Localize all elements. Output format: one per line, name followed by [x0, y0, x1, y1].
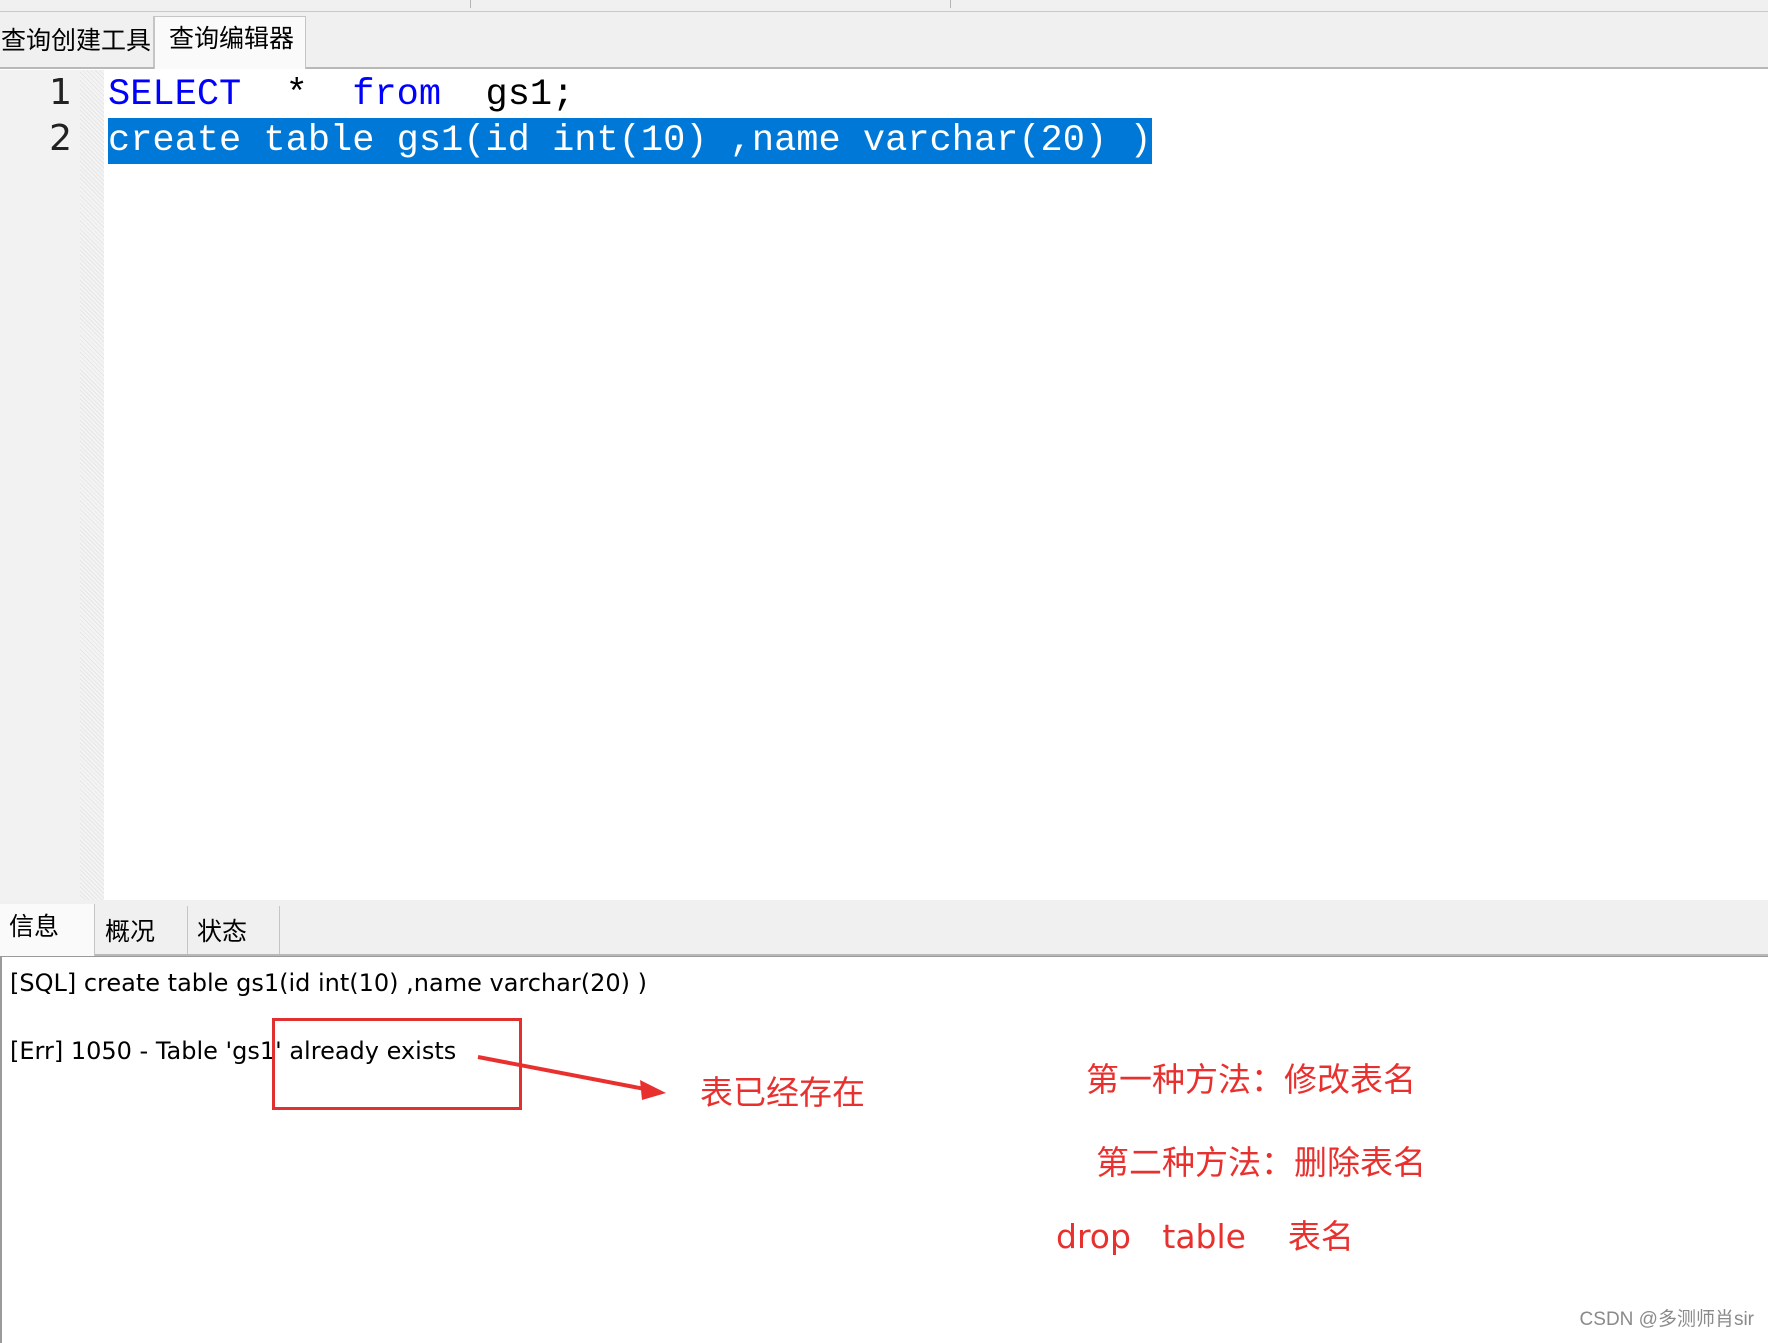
sql-editor[interactable]: 1 2 SELECT * from gs1; create table gs1(… — [0, 70, 1768, 900]
result-tab-bar: 信息 概况 状态 — [0, 900, 1768, 956]
tab-info[interactable]: 信息 — [0, 904, 95, 956]
strip-separator — [470, 0, 471, 8]
message-panel[interactable]: [SQL] create table gs1(id int(10) ,name … — [0, 956, 1768, 1343]
keyword-select: SELECT — [108, 74, 242, 116]
code-token: gs1; — [441, 74, 575, 116]
note-table-exists: 表已经存在 — [700, 1073, 865, 1112]
note-drop-command: drop table 表名 — [1056, 1217, 1354, 1256]
top-strip — [0, 0, 1768, 12]
tab-query-editor[interactable]: 查询编辑器 — [154, 16, 306, 69]
code-token: * — [241, 74, 353, 116]
fold-margin — [80, 70, 104, 900]
editor-tab-bar: 查询创建工具 查询编辑器 — [0, 12, 1768, 69]
line-number: 1 — [49, 72, 72, 113]
watermark: CSDN @多测师肖sir — [1579, 1309, 1754, 1330]
code-line-2-selected[interactable]: create table gs1(id int(10) ,name varcha… — [108, 118, 1152, 164]
line-number: 2 — [49, 118, 72, 159]
line-number-gutter: 1 2 — [0, 70, 80, 900]
code-line-1[interactable]: SELECT * from gs1; — [108, 72, 574, 118]
tab-status[interactable]: 状态 — [188, 906, 280, 954]
strip-separator — [950, 0, 951, 8]
sql-message: [SQL] create table gs1(id int(10) ,name … — [10, 969, 647, 997]
keyword-from: from — [352, 74, 442, 116]
note-method-2: 第二种方法：删除表名 — [1096, 1143, 1426, 1182]
note-method-1: 第一种方法：修改表名 — [1086, 1060, 1416, 1099]
tab-profile[interactable]: 概况 — [96, 906, 188, 954]
tab-query-builder[interactable]: 查询创建工具 — [0, 16, 154, 67]
arrow-icon — [477, 1055, 666, 1100]
